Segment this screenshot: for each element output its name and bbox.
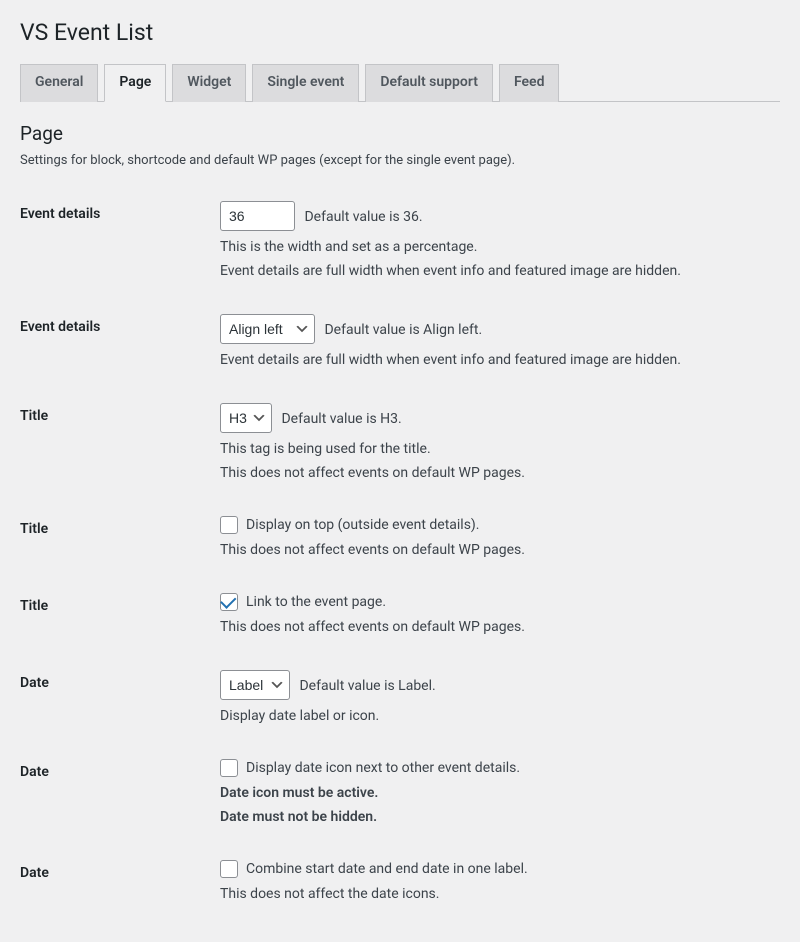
title-tag-desc1: This tag is being used for the title. (220, 441, 770, 457)
label-title-top: Title (20, 501, 220, 578)
tab-widget[interactable]: Widget (172, 64, 246, 102)
page-title: VS Event List (20, 10, 780, 50)
date-label-select[interactable]: Label (220, 670, 290, 700)
tab-general[interactable]: General (20, 64, 98, 102)
date-icon-next-desc1: Date icon must be active. (220, 785, 770, 801)
date-combine-desc1: This does not affect the date icons. (220, 886, 770, 902)
event-details-width-desc2: Event details are full width when event … (220, 263, 770, 279)
event-details-align-desc1: Event details are full width when event … (220, 352, 770, 368)
event-details-width-input[interactable] (220, 201, 295, 231)
row-title-tag: Title H3 Default value is H3. This tag i… (20, 388, 780, 501)
label-title-link: Title (20, 578, 220, 655)
title-link-desc1: This does not affect events on default W… (220, 619, 770, 635)
label-event-details-align: Event details (20, 299, 220, 388)
row-title-top: Title Display on top (outside event deta… (20, 501, 780, 578)
row-title-link: Title Link to the event page. This does … (20, 578, 780, 655)
title-link-cb-label: Link to the event page. (246, 594, 386, 610)
section-description: Settings for block, shortcode and defaul… (20, 153, 780, 168)
row-date-icon-next: Date Display date icon next to other eve… (20, 744, 780, 845)
label-title-tag: Title (20, 388, 220, 501)
row-event-details-width: Event details Default value is 36. This … (20, 186, 780, 299)
label-date-icon-next: Date (20, 744, 220, 845)
label-date-combine: Date (20, 845, 220, 922)
date-label-desc1: Display date label or icon. (220, 708, 770, 724)
title-top-desc1: This does not affect events on default W… (220, 542, 770, 558)
event-details-align-select[interactable]: Align left (220, 314, 315, 344)
title-top-cb-label: Display on top (outside event details). (246, 517, 480, 533)
event-details-align-default: Default value is Align left. (324, 322, 482, 338)
title-top-checkbox[interactable] (220, 516, 238, 534)
title-tag-select[interactable]: H3 (220, 403, 272, 433)
section-heading: Page (20, 122, 780, 145)
tab-default-support[interactable]: Default support (365, 64, 493, 102)
tab-single-event[interactable]: Single event (252, 64, 359, 102)
row-date-combine: Date Combine start date and end date in … (20, 845, 780, 922)
row-date-label: Date Label Default value is Label. Displ… (20, 655, 780, 744)
date-icon-next-desc2: Date must not be hidden. (220, 809, 770, 825)
form-table: Event details Default value is 36. This … (20, 186, 780, 922)
date-label-default: Default value is Label. (299, 678, 435, 694)
label-date-label: Date (20, 655, 220, 744)
label-event-details-width: Event details (20, 186, 220, 299)
title-link-checkbox[interactable] (220, 593, 238, 611)
title-tag-default: Default value is H3. (281, 411, 401, 427)
date-combine-checkbox[interactable] (220, 860, 238, 878)
tab-feed[interactable]: Feed (499, 64, 560, 102)
title-tag-desc2: This does not affect events on default W… (220, 465, 770, 481)
date-icon-next-checkbox[interactable] (220, 759, 238, 777)
tab-page[interactable]: Page (104, 64, 166, 102)
date-icon-next-cb-label: Display date icon next to other event de… (246, 760, 520, 776)
nav-tabs: General Page Widget Single event Default… (20, 64, 780, 102)
date-combine-cb-label: Combine start date and end date in one l… (246, 861, 528, 877)
event-details-width-desc1: This is the width and set as a percentag… (220, 239, 770, 255)
event-details-width-default: Default value is 36. (304, 209, 422, 225)
row-event-details-align: Event details Align left Default value i… (20, 299, 780, 388)
